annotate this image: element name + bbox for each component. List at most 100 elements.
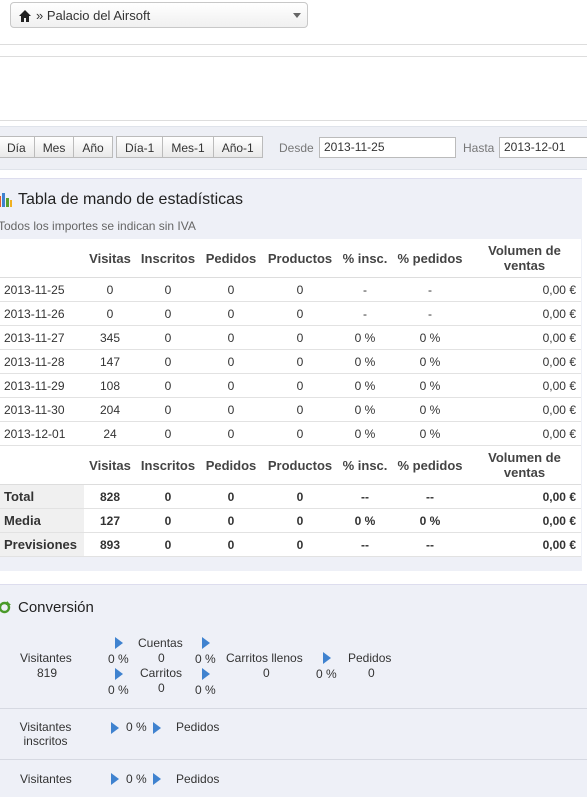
table-cell: 0 xyxy=(136,277,200,302)
row-date: 2013-11-26 xyxy=(0,301,84,326)
col-header xyxy=(0,445,84,485)
col-header: Pedidos xyxy=(200,445,262,485)
orders-label: Pedidos xyxy=(176,772,220,786)
table-cell: -- xyxy=(338,532,392,557)
carts-value: 0 xyxy=(158,681,165,695)
col-header: % insc. xyxy=(338,239,392,278)
table-cell: 0 xyxy=(262,301,338,326)
carts-label: Carritos xyxy=(140,666,183,680)
from-label: Desde xyxy=(279,141,314,155)
table-cell: 0 % xyxy=(392,349,468,374)
table-cell: 0 xyxy=(136,397,200,422)
bar-chart-icon xyxy=(0,193,12,207)
year-button[interactable]: Año xyxy=(74,136,113,158)
row-date: 2013-11-28 xyxy=(0,349,84,374)
table-cell: 0 xyxy=(262,373,338,398)
table-cell: 0 xyxy=(84,277,136,302)
table-cell: 0 xyxy=(200,397,262,422)
conversion-title: Conversión xyxy=(18,599,94,616)
month-button[interactable]: Mes xyxy=(34,136,75,158)
col-header: Pedidos xyxy=(200,239,262,278)
refresh-icon xyxy=(0,601,11,614)
table-cell: 0 % xyxy=(392,325,468,350)
table-cell: 0 xyxy=(136,532,200,557)
row-date: 2013-11-27 xyxy=(0,325,84,350)
prev-day-button[interactable]: Día-1 xyxy=(116,136,164,158)
table-cell: 0 xyxy=(200,421,262,446)
col-header: % pedidos xyxy=(392,445,468,485)
divider xyxy=(0,44,587,45)
table-row: 2013-11-30 204 0 0 0 0 % 0 % 0,00 € xyxy=(0,397,581,422)
col-header: % pedidos xyxy=(392,239,468,278)
table-cell: 893 xyxy=(84,532,136,557)
prev-year-button[interactable]: Año-1 xyxy=(213,136,263,158)
table-cell: 0 % xyxy=(392,508,468,533)
summary-label: Total xyxy=(0,484,84,509)
arrow-right-icon xyxy=(202,637,210,649)
pct-carts-full: 0 % xyxy=(195,683,216,697)
table-cell: -- xyxy=(392,484,468,509)
table-cell: - xyxy=(338,277,392,302)
full-carts-label: Carritos llenos xyxy=(226,651,303,665)
table-cell: -- xyxy=(392,532,468,557)
table-cell: 0 xyxy=(136,325,200,350)
table-cell: 0,00 € xyxy=(468,301,581,326)
summary-label: Media xyxy=(0,508,84,533)
table-cell: 204 xyxy=(84,397,136,422)
table-cell: 0 xyxy=(262,508,338,533)
col-header: Inscritos xyxy=(136,239,200,278)
table-cell: 0 % xyxy=(338,397,392,422)
table-cell: 0 xyxy=(262,484,338,509)
accounts-value: 0 xyxy=(158,651,165,665)
from-date-input[interactable]: 2013-11-25 xyxy=(319,137,456,158)
table-cell: 0,00 € xyxy=(468,421,581,446)
arrow-right-icon xyxy=(115,637,123,649)
table-cell: 0,00 € xyxy=(468,508,581,533)
table-cell: 0 xyxy=(136,484,200,509)
conversion-panel: Conversión Visitantes 819 0 % Cuentas 0 … xyxy=(0,584,587,797)
table-row: 2013-12-01 24 0 0 0 0 % 0 % 0,00 € xyxy=(0,421,581,446)
table-row: Previsiones 893 0 0 0 -- -- 0,00 € xyxy=(0,532,581,557)
to-date-input[interactable]: 2013-12-01 xyxy=(499,137,587,158)
table-cell: - xyxy=(338,301,392,326)
registered-visitors-label: Visitantes inscritos xyxy=(19,720,72,748)
table-row: 2013-11-28 147 0 0 0 0 % 0 % 0,00 € xyxy=(0,349,581,374)
table-cell: 0 xyxy=(200,349,262,374)
arrow-right-icon xyxy=(202,668,210,680)
shop-selector[interactable]: » Palacio del Airsoft xyxy=(10,2,308,28)
orders-value: 0 xyxy=(368,666,375,680)
col-header: % insc. xyxy=(338,445,392,485)
period-buttons: Día Mes Año xyxy=(0,136,113,158)
table-cell: 345 xyxy=(84,325,136,350)
visitors-value: 819 xyxy=(37,666,58,680)
table-cell: 0 xyxy=(262,397,338,422)
table-cell: 147 xyxy=(84,349,136,374)
col-header xyxy=(0,239,84,278)
stats-subtitle: Todos los importes se indican sin IVA xyxy=(0,219,196,233)
table-cell: 0 % xyxy=(338,373,392,398)
table-cell: 0 xyxy=(200,532,262,557)
shop-selector-label: » Palacio del Airsoft xyxy=(36,8,151,23)
table-cell: 0 xyxy=(136,349,200,374)
table-cell: 0 xyxy=(136,421,200,446)
table-cell: 0 xyxy=(262,532,338,557)
row-date: 2013-11-30 xyxy=(0,397,84,422)
accounts-label: Cuentas xyxy=(138,636,183,650)
prev-month-button[interactable]: Mes-1 xyxy=(163,136,214,158)
table-cell: 0 % xyxy=(338,349,392,374)
home-icon xyxy=(19,10,31,22)
table-header: Visitas Inscritos Pedidos Productos % in… xyxy=(0,445,581,485)
table-cell: 0 xyxy=(136,508,200,533)
stats-table: Visitas Inscritos Pedidos Productos % in… xyxy=(0,239,581,557)
blank-panel xyxy=(0,56,587,121)
day-button[interactable]: Día xyxy=(0,136,35,158)
table-cell: 0 xyxy=(262,277,338,302)
pct-full-orders: 0 % xyxy=(316,667,337,681)
pct-accounts-full: 0 % xyxy=(195,652,216,666)
table-cell: 108 xyxy=(84,373,136,398)
table-row: Total 828 0 0 0 -- -- 0,00 € xyxy=(0,484,581,509)
table-header: Visitas Inscritos Pedidos Productos % in… xyxy=(0,239,581,278)
table-cell: 0 % xyxy=(338,325,392,350)
table-cell: 0 % xyxy=(392,421,468,446)
visitors-label: Visitantes xyxy=(20,651,72,665)
